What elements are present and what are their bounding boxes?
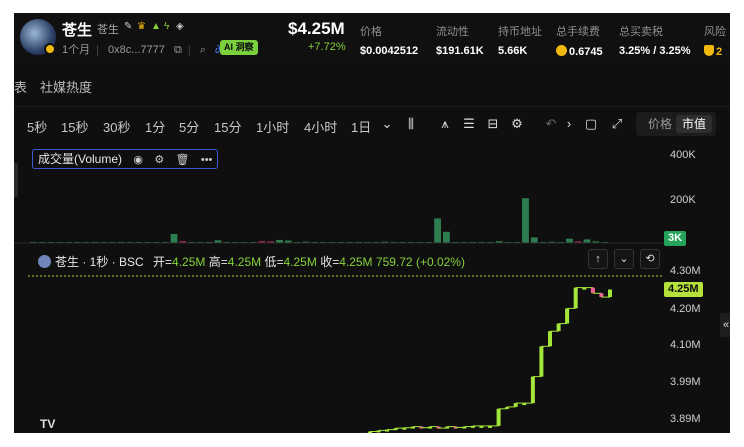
last-price-tag: 4.25M: [664, 282, 703, 297]
volume-tick-200k: 200K: [670, 194, 696, 206]
price-chart[interactable]: 成交量(Volume) ◉ ⚙ 🗑 ••• 400K 200K 3K 苍生 · …: [14, 143, 730, 433]
price-tick-430: 4.30M: [670, 265, 701, 277]
chart-canvas[interactable]: [14, 143, 730, 433]
template-icon[interactable]: ⊟: [484, 115, 502, 133]
price-candle: [539, 346, 544, 377]
price-candle: [590, 287, 595, 294]
eye-icon[interactable]: ◉: [133, 151, 143, 169]
timeframe-5s[interactable]: 5秒: [27, 117, 47, 136]
timeframe-4h[interactable]: 4小时: [304, 117, 337, 136]
search-icon[interactable]: ⌕: [200, 44, 206, 56]
token-avatar: [20, 19, 56, 55]
price-candle: [496, 408, 501, 426]
volume-bar: [170, 234, 178, 243]
price-candle: [548, 331, 552, 347]
token-meta: 1个月 | 0x8c...7777 ⧉ | ⌕ ∂: [62, 44, 221, 56]
price-candle: [608, 289, 612, 298]
stat-price: 价格 $0.0042512: [360, 26, 419, 57]
timeframe-1h[interactable]: 1小时: [256, 117, 289, 136]
volume-bar: [566, 238, 573, 243]
collapse-button[interactable]: ⌄: [614, 249, 634, 269]
view-price[interactable]: 价格: [642, 115, 678, 133]
view-toggle: 价格 市值: [636, 112, 716, 136]
undo-icon[interactable]: ↶: [542, 115, 560, 133]
stat-holders: 持币地址 5.66K: [498, 26, 542, 57]
token-mini-logo: [38, 255, 51, 268]
fullscreen-icon[interactable]: ⤢: [608, 115, 626, 133]
market-cap: $4.25M: [288, 19, 345, 38]
timeframe-5m[interactable]: 5分: [179, 117, 199, 136]
timeframe-15s[interactable]: 15秒: [61, 117, 88, 136]
price-candle: [530, 376, 535, 404]
app-frame: 苍生 苍生 ✎ ♛ ▲ ϟ ◈ 1个月 | 0x8c...7777 ⧉ | ⌕ ∂ …: [14, 13, 730, 433]
stat-liquidity: 流动性 $191.61K: [436, 26, 484, 57]
screenshot-icon[interactable]: ▢: [582, 115, 600, 133]
chart-toolbar: 5秒 15秒 30秒 1分 5分 15分 1小时 4小时 1日 ⌄ ⫼ ⩚ ☰ …: [14, 109, 730, 141]
edit-icon[interactable]: ✎: [124, 21, 132, 32]
list-icon[interactable]: ☰: [460, 115, 478, 133]
price-steps: [361, 287, 612, 433]
timeframe-30s[interactable]: 30秒: [103, 117, 130, 136]
volume-bar: [583, 239, 591, 243]
bnb-coin-icon: [556, 45, 567, 56]
timeframe-1d[interactable]: 1日: [351, 117, 371, 136]
price-candle: [599, 293, 604, 298]
timeframe-15m[interactable]: 15分: [214, 117, 241, 136]
price-candle: [565, 308, 570, 324]
flash-icon: ϟ: [164, 21, 170, 32]
tradingview-watermark: TV: [40, 417, 56, 431]
ai-insight-button[interactable]: AI 洞察: [220, 40, 258, 55]
price-tick-420: 4.20M: [670, 303, 701, 315]
token-age: 1个月: [62, 44, 91, 56]
price-candle: [573, 287, 578, 309]
token-address[interactable]: 0x8c...7777: [108, 44, 165, 56]
stat-risk[interactable]: 风险 2: [704, 23, 726, 58]
scroll-up-button[interactable]: ↑: [588, 249, 608, 269]
volume-bar: [434, 218, 441, 243]
more-icon[interactable]: •••: [201, 151, 213, 169]
price-tick-410: 4.10M: [670, 339, 701, 351]
token-subname: 苍生: [97, 24, 119, 36]
token-header: 苍生 苍生 ✎ ♛ ▲ ϟ ◈ 1个月 | 0x8c...7777 ⧉ | ⌕ ∂ …: [14, 13, 730, 63]
indicator-icon[interactable]: ⩚: [436, 115, 454, 133]
volume-bar: [530, 237, 538, 243]
crown-icon: ♛: [137, 21, 146, 32]
stat-tax: 总买卖税 3.25% / 3.25%: [619, 26, 691, 57]
price-change: +7.72%: [308, 41, 346, 53]
volume-tick-400k: 400K: [670, 149, 696, 161]
gear-icon[interactable]: ⚙: [508, 115, 526, 133]
ohlc-legend: 苍生 · 1秒 · BSC 开=4.25M 高=4.25M 低=4.25M 收=…: [38, 253, 465, 270]
shield-check-icon: ◈: [176, 21, 184, 32]
price-tick-389: 3.89M: [670, 413, 701, 425]
volume-legend[interactable]: 成交量(Volume) ◉ ⚙ 🗑 •••: [32, 149, 219, 169]
token-name: 苍生: [62, 22, 93, 39]
redo-icon[interactable]: ›: [560, 115, 578, 133]
risk-shield-icon: [704, 45, 714, 56]
stat-fees: 总手续费 0.6745: [556, 26, 603, 58]
lock-icon: ▲: [151, 21, 161, 32]
copy-icon[interactable]: ⧉: [174, 44, 182, 56]
view-market-cap[interactable]: 市值: [676, 115, 713, 133]
volume-legend-label: 成交量(Volume): [38, 152, 123, 166]
tab-bar: 表 社媒热度: [14, 63, 730, 107]
chevron-down-icon[interactable]: ⌄: [378, 115, 396, 133]
price-tick-399: 3.99M: [670, 376, 701, 388]
tab-chart[interactable]: 表: [14, 77, 27, 96]
expand-right-button[interactable]: «: [720, 313, 730, 337]
timeframe-1m[interactable]: 1分: [145, 117, 165, 136]
reset-chart-button[interactable]: ⟲: [640, 249, 660, 269]
volume-bar: [443, 231, 450, 243]
chain-badge-icon: [44, 43, 56, 55]
volume-bar: [522, 198, 529, 243]
candle-type-icon[interactable]: ⫼: [402, 115, 420, 133]
trash-icon[interactable]: 🗑: [176, 151, 190, 169]
last-volume-tag: 3K: [664, 231, 687, 246]
price-candle: [513, 403, 518, 407]
volume-bars: [30, 198, 608, 243]
price-candle: [556, 323, 561, 332]
tab-social-heat[interactable]: 社媒热度: [40, 77, 92, 96]
settings-icon[interactable]: ⚙: [154, 151, 164, 169]
